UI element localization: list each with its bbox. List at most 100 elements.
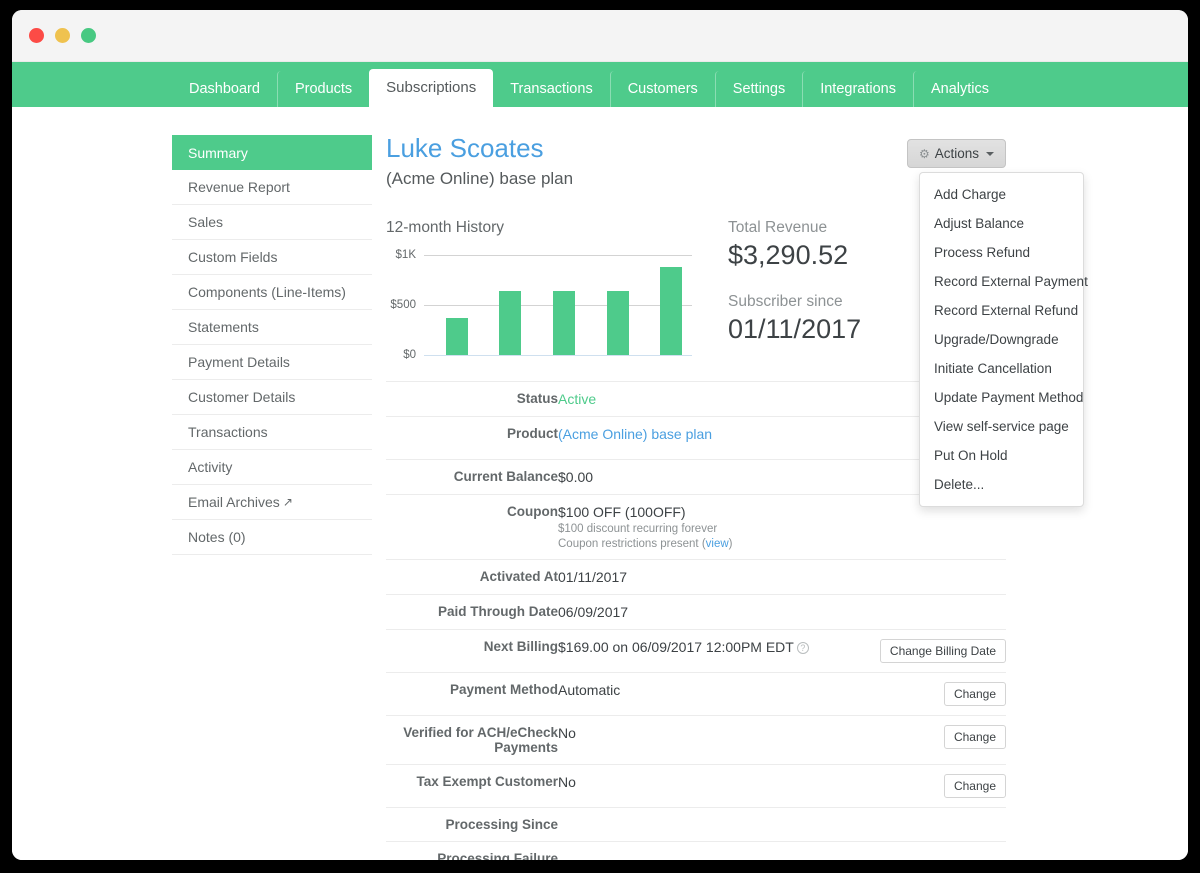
page-body: Summary Revenue Report Sales Custom Fields C…: [12, 107, 1188, 860]
nav-tab-transactions[interactable]: Transactions: [493, 71, 609, 107]
product-link[interactable]: (Acme Online) base plan: [558, 426, 712, 442]
table-row: Tax Exempt Customer No Change: [386, 765, 1006, 808]
nav-tab-subscriptions[interactable]: Subscriptions: [369, 69, 494, 107]
sidebar-item-statements[interactable]: Statements: [172, 310, 372, 345]
sidebar-item-sales[interactable]: Sales: [172, 205, 372, 240]
detail-value-text: Automatic: [558, 682, 621, 699]
table-row: Current Balance $0.00: [386, 460, 1006, 495]
menu-item-adjust-balance[interactable]: Adjust Balance: [920, 209, 1083, 238]
detail-label: Activated At: [479, 569, 558, 585]
detail-value: Active: [558, 382, 880, 417]
change-button[interactable]: Change: [943, 774, 1006, 799]
total-revenue-value: $3,290.52: [728, 240, 849, 271]
chart-bars: [424, 255, 692, 356]
menu-item-process-refund[interactable]: Process Refund: [920, 238, 1083, 267]
chart-plot-area: $1K $500 $0: [390, 249, 692, 361]
detail-label: Coupon: [507, 504, 558, 520]
menu-item-delete[interactable]: Delete...: [920, 470, 1083, 499]
sidebar-item-label: Revenue Report: [188, 179, 290, 195]
close-window-button[interactable]: [29, 28, 44, 43]
sidebar-item-label: Payment Details: [188, 354, 290, 370]
sidebar-item-label: Custom Fields: [188, 249, 278, 265]
detail-value: [558, 808, 880, 842]
chart-bar: [660, 267, 683, 356]
sidebar-item-summary[interactable]: Summary: [172, 135, 372, 170]
nav-tab-integrations[interactable]: Integrations: [802, 71, 913, 107]
maximize-window-button[interactable]: [81, 28, 96, 43]
external-link-icon: ↗: [282, 495, 293, 509]
detail-value-text: 06/09/2017: [558, 604, 629, 621]
nav-tab-settings[interactable]: Settings: [714, 71, 802, 107]
sidebar-item-label: Summary: [188, 145, 248, 161]
nav-tab-products[interactable]: Products: [276, 71, 369, 107]
actions-dropdown-menu: Add Charge Adjust Balance Process Refund Re…: [919, 172, 1088, 507]
table-row: Product(Acme Online) base planChange: [386, 417, 1006, 460]
detail-label: Verified for ACH/eCheck Payments: [403, 725, 558, 756]
help-icon[interactable]: ?: [796, 642, 809, 655]
detail-label: Next Billing: [483, 639, 558, 655]
change-button[interactable]: Change: [943, 725, 1006, 750]
revenue-stats: Total Revenue $3,290.52 Subscriber since…: [728, 219, 861, 355]
change-billing-date-button[interactable]: Change Billing Date: [879, 639, 1006, 664]
detail-value: $100 OFF (100OFF) $100 discount recurring…: [558, 495, 880, 560]
actions-dropdown-wrapper: ⚙ Actions Add Charge Adjust Balance Proces…: [906, 139, 1088, 507]
view-restrictions-link[interactable]: view: [706, 538, 729, 550]
nav-tab-dashboard[interactable]: Dashboard: [172, 71, 277, 107]
main-content: Luke Scoates (Acme Online) base plan ⚙ A…: [372, 134, 1188, 860]
detail-action-cell: Change Billing Date: [879, 630, 1006, 673]
main-navigation: Dashboard Products Subscriptions Transactio…: [12, 62, 1188, 107]
menu-item-upgrade-downgrade[interactable]: Upgrade/Downgrade: [920, 325, 1083, 354]
menu-item-record-external-payment[interactable]: Record External Payment: [920, 267, 1088, 296]
detail-label: Product: [506, 426, 558, 442]
subscription-details-table: Status Active Product (Acme Online) base pl…: [386, 381, 1006, 860]
detail-value: No: [558, 716, 880, 765]
detail-action-cell: [880, 842, 1006, 860]
table-row: Paid Through Date 06/09/2017: [386, 595, 1006, 630]
chart-gridline: $0: [403, 349, 692, 361]
menu-item-add-charge[interactable]: Add Charge: [920, 180, 1083, 209]
sidebar-item-custom-fields[interactable]: Custom Fields: [172, 240, 372, 275]
detail-action-cell: [880, 595, 1006, 630]
subscriber-since-value: 01/11/2017: [728, 314, 862, 345]
table-row: Processing Since: [386, 808, 1006, 842]
chart-bar: [499, 291, 522, 356]
chart-title: 12-month History: [386, 219, 505, 237]
sidebar-item-revenue-report[interactable]: Revenue Report: [172, 170, 372, 205]
sidebar-item-customer-details[interactable]: Customer Details: [172, 380, 372, 415]
detail-action-cell: Change: [880, 716, 1006, 765]
chart-y-axis-tick: $0: [403, 349, 416, 362]
detail-action-cell: Change: [880, 765, 1006, 808]
chart-bar: [445, 318, 468, 356]
detail-label: Status: [516, 391, 558, 407]
change-button[interactable]: Change: [943, 682, 1006, 707]
chart-y-axis-tick: $500: [390, 299, 416, 312]
sidebar-item-notes-0[interactable]: Notes (0): [172, 520, 372, 555]
actions-button-label: Actions: [934, 146, 979, 161]
menu-item-view-self-service-page[interactable]: View self-service page: [920, 412, 1083, 441]
sidebar-item-label: Customer Details: [188, 389, 296, 405]
detail-value: 06/09/2017: [558, 595, 880, 630]
sidebar-item-email-archives[interactable]: Email Archives ↗: [172, 485, 372, 520]
detail-label: Tax Exempt Customer: [416, 774, 558, 790]
sidebar-item-transactions[interactable]: Transactions: [172, 415, 372, 450]
table-row: Activated At 01/11/2017: [386, 560, 1006, 595]
history-chart: 12-month History $1K $500 $0: [386, 219, 706, 361]
actions-button[interactable]: ⚙ Actions: [906, 139, 1006, 168]
menu-item-put-on-hold[interactable]: Put On Hold: [920, 441, 1083, 470]
subscription-header: Luke Scoates (Acme Online) base plan ⚙ A…: [386, 134, 1088, 507]
sidebar-item-activity[interactable]: Activity: [172, 450, 372, 485]
sidebar-item-payment-details[interactable]: Payment Details: [172, 345, 372, 380]
coupon-restrictions-pre: Coupon restrictions present (: [558, 538, 706, 551]
menu-item-initiate-cancellation[interactable]: Initiate Cancellation: [920, 354, 1083, 383]
detail-action-cell: Change: [880, 673, 1006, 716]
table-row: Processing Failure: [386, 842, 1006, 860]
page-title[interactable]: Luke Scoates: [386, 134, 573, 162]
summary-stats-row: 12-month History $1K $500 $0 Total Revenue…: [386, 219, 1006, 361]
browser-window: Dashboard Products Subscriptions Transactio…: [12, 10, 1188, 860]
menu-item-record-external-refund[interactable]: Record External Refund: [920, 296, 1083, 325]
menu-item-update-payment-method[interactable]: Update Payment Method: [920, 383, 1083, 412]
minimize-window-button[interactable]: [55, 28, 70, 43]
nav-tab-customers[interactable]: Customers: [609, 71, 715, 107]
nav-tab-analytics[interactable]: Analytics: [912, 71, 1006, 107]
sidebar-item-components-line-items[interactable]: Components (Line-Items): [172, 275, 372, 310]
